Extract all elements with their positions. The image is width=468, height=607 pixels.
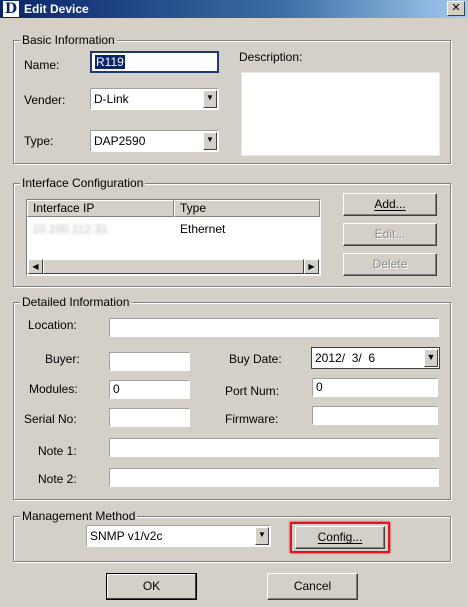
ok-button[interactable]: OK	[106, 573, 197, 600]
window-title: Edit Device	[24, 2, 89, 16]
modules-input[interactable]: 0	[109, 380, 190, 399]
note-2-label: Note 2:	[38, 472, 77, 486]
delete-button-label: Delete	[372, 257, 408, 271]
dlink-logo-icon: D	[3, 1, 19, 17]
serial-no-input[interactable]	[109, 408, 190, 427]
type-select-value: DAP2590	[94, 134, 146, 148]
cancel-button-label: Cancel	[293, 579, 332, 593]
description-textarea[interactable]	[241, 72, 440, 156]
buyer-label: Buyer:	[45, 352, 80, 366]
buyer-input[interactable]	[109, 352, 190, 371]
ok-button-label: OK	[142, 579, 161, 593]
scroll-left-icon[interactable]: ◀	[28, 259, 43, 274]
serial-no-label: Serial No:	[24, 412, 77, 426]
type-label: Type:	[24, 134, 54, 148]
vendor-label: Vender:	[24, 93, 66, 107]
name-input-value: R119	[95, 55, 125, 69]
note-2-input[interactable]	[109, 468, 439, 487]
note-1-input[interactable]	[109, 438, 439, 457]
port-num-label: Port Num:	[225, 384, 280, 398]
description-label: Description:	[239, 50, 303, 64]
management-method-legend: Management Method	[20, 509, 138, 523]
horizontal-scrollbar[interactable]: ◀ ▶	[28, 259, 319, 274]
interface-configuration-legend: Interface Configuration	[20, 176, 146, 190]
modules-label: Modules:	[29, 382, 78, 396]
config-button[interactable]: Config...	[295, 526, 385, 549]
add-button-label: Add...	[374, 197, 406, 211]
scroll-right-icon[interactable]: ▶	[304, 259, 319, 274]
basic-information-legend: Basic Information	[20, 33, 117, 47]
location-input[interactable]	[109, 318, 439, 337]
vendor-select[interactable]: D-Link ▼	[90, 88, 219, 110]
row-interface-ip: 10.100.112.31	[32, 222, 108, 236]
name-label: Name:	[24, 58, 60, 72]
config-button-label: Config...	[317, 530, 363, 544]
delete-interface-button[interactable]: Delete	[343, 253, 437, 276]
name-input[interactable]: R119	[90, 51, 219, 73]
management-method-value: SNMP v1/v2c	[90, 529, 163, 543]
row-interface-type: Ethernet	[180, 222, 226, 236]
add-interface-button[interactable]: Add...	[343, 193, 437, 216]
edit-button-label: Edit...	[374, 227, 406, 241]
column-header-type[interactable]: Type	[174, 200, 320, 217]
management-method-dropdown-icon[interactable]: ▼	[255, 527, 269, 545]
title-bar: D Edit Device ✕	[0, 0, 468, 18]
column-header-interface-ip[interactable]: Interface IP	[27, 200, 174, 217]
buy-date-value: 2012/ 3/ 6	[315, 351, 376, 365]
buy-date-picker[interactable]: 2012/ 3/ 6 ▼	[311, 347, 440, 369]
close-icon[interactable]: ✕	[447, 1, 465, 16]
buy-date-label: Buy Date:	[229, 352, 282, 366]
cancel-button[interactable]: Cancel	[267, 573, 358, 600]
port-num-input[interactable]: 0	[312, 378, 438, 397]
type-dropdown-arrow-icon[interactable]: ▼	[203, 132, 217, 150]
vendor-dropdown-arrow-icon[interactable]: ▼	[203, 90, 217, 108]
detailed-information-legend: Detailed Information	[20, 295, 132, 309]
buy-date-dropdown-icon[interactable]: ▼	[424, 349, 438, 367]
location-label: Location:	[28, 318, 77, 332]
scrollbar-thumb[interactable]	[43, 259, 304, 274]
firmware-label: Firmware:	[225, 412, 279, 426]
vendor-select-value: D-Link	[94, 92, 129, 106]
edit-interface-button[interactable]: Edit...	[343, 223, 437, 246]
interface-list[interactable]: Interface IP Type 10.100.112.31 Ethernet…	[26, 199, 321, 276]
type-select[interactable]: DAP2590 ▼	[90, 130, 219, 152]
note-1-label: Note 1:	[38, 444, 77, 458]
management-method-select[interactable]: SNMP v1/v2c ▼	[86, 525, 271, 547]
firmware-input[interactable]	[312, 406, 438, 425]
